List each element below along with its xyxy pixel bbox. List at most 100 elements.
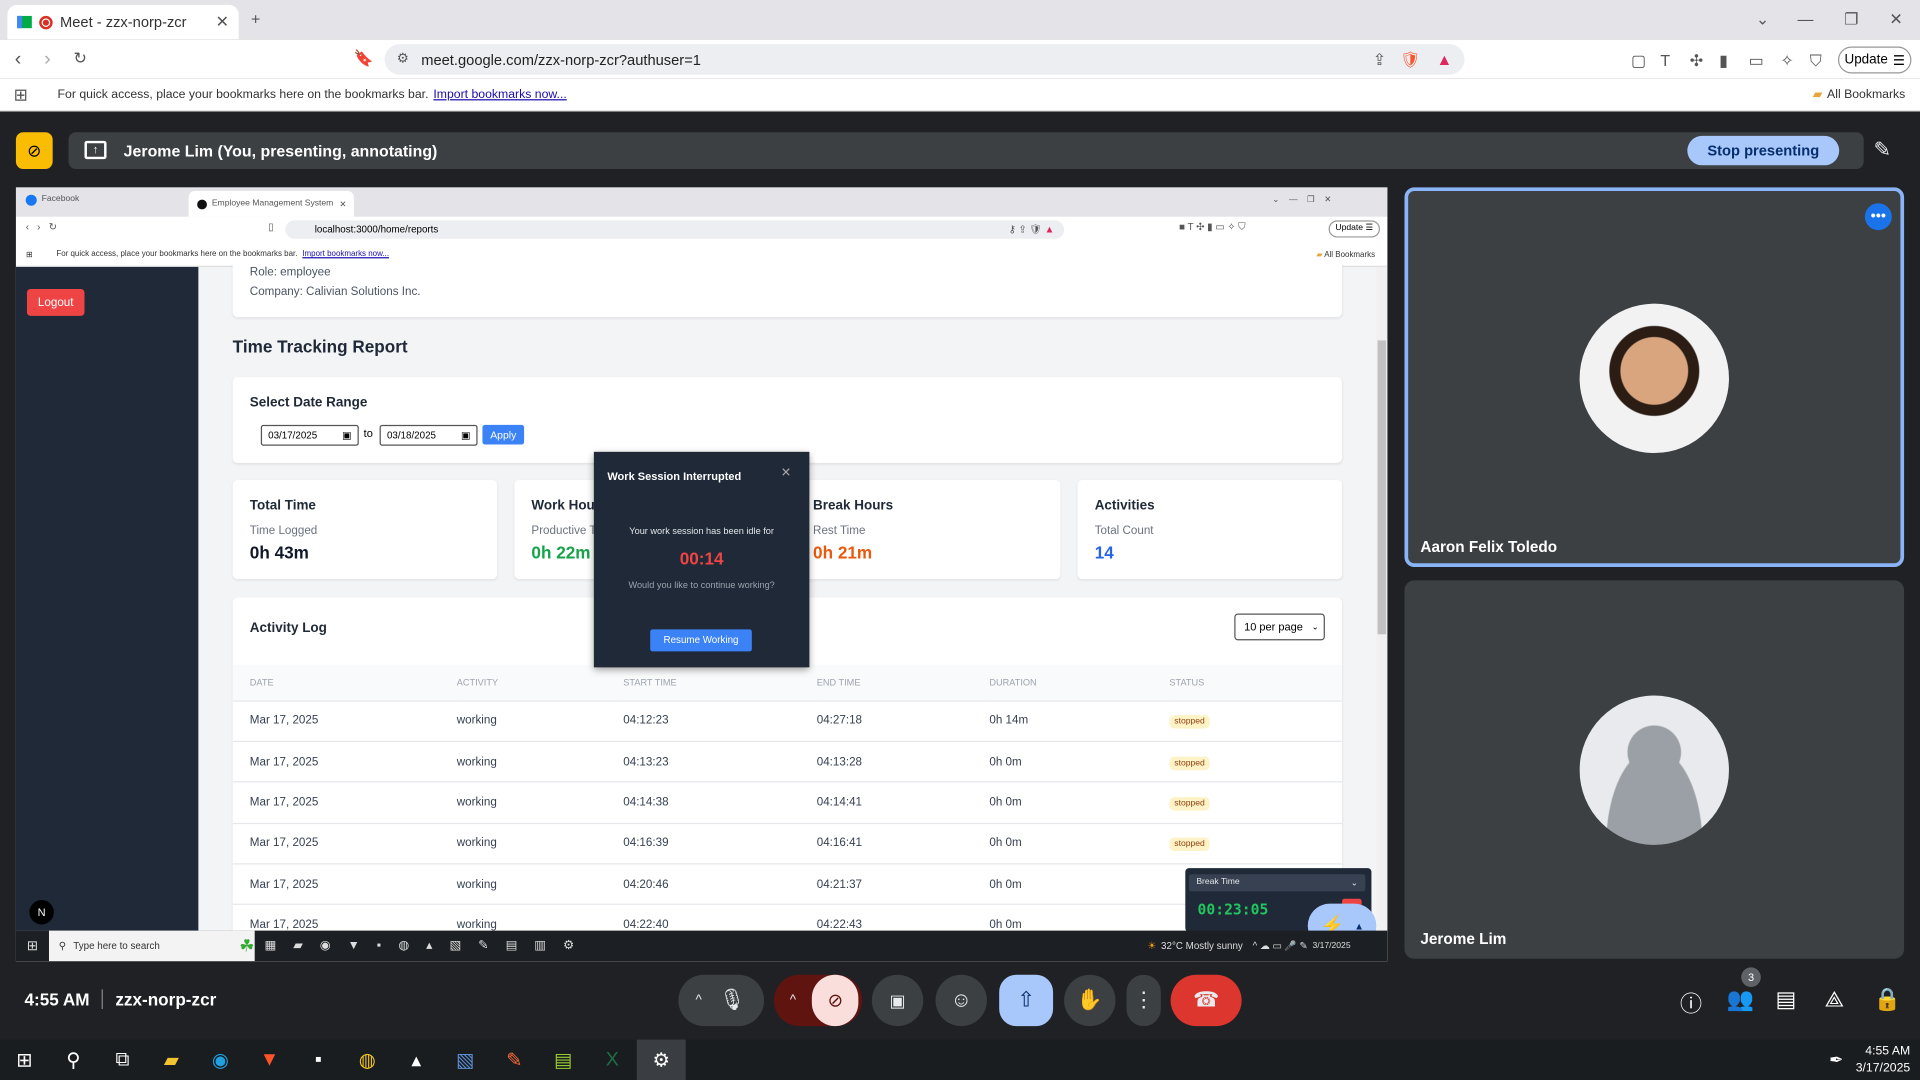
task-view-icon[interactable]: ⧉ — [98, 1040, 147, 1080]
close-window-icon[interactable]: ✕ — [1889, 10, 1902, 30]
apply-button[interactable]: Apply — [482, 424, 525, 445]
browser-tab-meet[interactable]: Meet - zzx-norp-zcr ✕ — [7, 4, 239, 40]
annotate-pen-icon[interactable]: ✎ — [1873, 138, 1890, 162]
logout-button[interactable]: Logout — [26, 288, 85, 316]
column-header[interactable]: END TIME — [816, 664, 990, 701]
import-bookmarks-link[interactable]: Import bookmarks now... — [302, 250, 389, 259]
all-bookmarks-button[interactable]: ▰ All Bookmarks — [1316, 249, 1375, 259]
column-header[interactable]: START TIME — [623, 664, 817, 701]
reload-icon[interactable]: ↻ — [73, 49, 86, 69]
taskbar-app-icons[interactable]: ▦▰◉▼▪◍▴▧✎▤▥⚙ — [264, 939, 591, 952]
chat-icon[interactable]: ▤ — [1776, 987, 1797, 1013]
tray-icons[interactable]: ^ ☁ ▭ 🎤 ✎ — [1253, 940, 1308, 951]
mode-select[interactable]: Break Time ⌄ — [1188, 874, 1366, 892]
app-icon[interactable]: ▴ — [392, 1040, 441, 1080]
close-modal-icon[interactable]: ✕ — [781, 467, 791, 480]
windows-start-icon[interactable]: ⊞ — [16, 938, 49, 954]
resume-working-button[interactable]: Resume Working — [650, 629, 752, 652]
per-page-select[interactable]: 10 per page ⌄ — [1234, 613, 1325, 641]
weather-widget[interactable]: ☀ 32°C Mostly sunny — [1147, 940, 1242, 951]
new-tab-icon[interactable]: + — [251, 10, 260, 28]
scrollbar-thumb[interactable] — [1377, 340, 1387, 635]
translate-icon[interactable]: T — [1660, 51, 1670, 69]
leave-call-button[interactable]: ☎ — [1170, 974, 1242, 1027]
url-bar[interactable]: ⚙ meet.google.com/zzx-norp-zcr?authuser=… — [384, 44, 1465, 75]
table-cell: 04:16:39 — [623, 822, 817, 864]
bookmark-icon[interactable]: ▯ — [268, 222, 273, 233]
inner-nav-icons[interactable]: ‹ › ↻ — [26, 222, 57, 233]
pen-tray-icon[interactable]: ✒ — [1829, 1049, 1843, 1070]
windows-start-icon[interactable]: ⊞ — [0, 1040, 49, 1080]
taskbar-search[interactable]: ⚲ Type here to search ☘ — [48, 930, 255, 962]
bookmark-icon[interactable]: 🔖 — [354, 49, 374, 69]
column-header[interactable]: STATUS — [1169, 664, 1343, 701]
more-options-icon[interactable]: ••• — [1864, 203, 1892, 231]
video-options-button[interactable]: ^ ⊘ — [773, 974, 863, 1027]
apps-icon[interactable]: ⊞ — [16, 249, 43, 259]
inner-update-button[interactable]: Update ☰ — [1328, 220, 1381, 238]
meeting-details-icon[interactable]: ⓘ — [1680, 987, 1702, 1019]
file-explorer-icon[interactable]: ▰ — [147, 1040, 196, 1080]
restore-icon[interactable]: ❐ — [1844, 10, 1858, 30]
app-icon[interactable]: ▪ — [294, 1040, 343, 1080]
column-header[interactable]: DATE — [232, 664, 457, 701]
sidebar-icon[interactable]: ▮ — [1719, 51, 1728, 71]
brave-icon[interactable]: ▼ — [245, 1040, 294, 1080]
inner-url-bar[interactable]: localhost:3000/home/reports ⚷ ⇪ 🛡 ▲ — [285, 220, 1065, 239]
reactions-button[interactable]: ☺ — [935, 974, 987, 1027]
extension-icon[interactable]: ▢ — [1631, 51, 1646, 71]
activities-icon[interactable]: ⟁ — [1824, 987, 1844, 1013]
inner-tab-facebook[interactable]: Facebook — [25, 194, 79, 206]
host-controls-icon[interactable]: 🔒 — [1873, 987, 1900, 1013]
app-icon[interactable]: ◍ — [343, 1040, 392, 1080]
close-tab-icon[interactable]: ✕ — [339, 199, 346, 209]
close-tab-icon[interactable]: ✕ — [216, 12, 229, 32]
nextjs-badge-icon[interactable]: N — [29, 900, 54, 925]
avatar-aaron — [1579, 303, 1729, 454]
back-icon[interactable]: ‹ — [15, 49, 22, 71]
scrollbar[interactable] — [1376, 266, 1388, 931]
captions-button[interactable]: ▣ — [871, 974, 924, 1027]
minimize-icon[interactable]: — — [1798, 10, 1814, 28]
app-icon[interactable]: ▤ — [539, 1040, 588, 1080]
people-icon[interactable]: 👥 — [1727, 987, 1754, 1013]
camera-off-icon[interactable]: ⊘ — [812, 974, 859, 1027]
column-header[interactable]: ACTIVITY — [456, 664, 624, 701]
all-bookmarks-button[interactable]: ▰ All Bookmarks — [1813, 88, 1906, 101]
raise-hand-button[interactable]: ✋ — [1064, 974, 1116, 1027]
stat-value: 0h 21m — [813, 542, 873, 563]
participant-tile-jerome[interactable]: Jerome Lim — [1404, 580, 1905, 959]
import-bookmarks-link[interactable]: Import bookmarks now... — [433, 88, 566, 101]
more-options-button[interactable]: ⋮ — [1126, 974, 1161, 1027]
present-button[interactable]: ⇧ — [999, 974, 1054, 1027]
edge-icon[interactable]: ◉ — [196, 1040, 245, 1080]
start-date-input[interactable]: 03/17/2025 ▣ — [260, 424, 359, 446]
inner-extension-icons[interactable]: ■ T ✣ ▮ ▭ ✧ ⛉ — [1179, 222, 1245, 234]
search-icon[interactable]: ⚲ — [49, 1040, 98, 1080]
column-header[interactable]: DURATION — [989, 664, 1170, 701]
excel-icon[interactable]: X — [588, 1040, 637, 1080]
wallet-icon[interactable]: ▭ — [1749, 51, 1764, 71]
forward-icon[interactable]: › — [44, 49, 51, 71]
participant-tile-aaron[interactable]: ••• Aaron Felix Toledo — [1404, 187, 1905, 567]
audio-options-button[interactable]: ^ 🎙 — [678, 974, 765, 1027]
annotation-toggle-icon[interactable]: ⊘ — [15, 132, 53, 169]
end-date-input[interactable]: 03/18/2025 ▣ — [379, 424, 478, 446]
share-icon[interactable]: ⇪ — [1373, 50, 1386, 70]
extensions-icon[interactable]: ✣ — [1690, 51, 1703, 71]
brave-shields-icon[interactable]: 🛡 — [1400, 50, 1420, 70]
stop-presenting-button[interactable]: Stop presenting — [1687, 135, 1840, 166]
update-button[interactable]: Update ☰ — [1837, 46, 1912, 74]
window-controls[interactable]: ⌄ — ❐ ✕ — [1272, 195, 1331, 205]
leo-icon[interactable]: ✧ — [1780, 51, 1793, 71]
vpn-icon[interactable]: ⛉ — [1810, 51, 1822, 71]
settings-icon[interactable]: ⚙ — [636, 1039, 686, 1080]
site-settings-icon[interactable]: ⚙ — [397, 50, 409, 66]
inner-tab-ems[interactable]: Employee Management System ✕ — [188, 191, 354, 217]
postman-icon[interactable]: ✎ — [490, 1040, 539, 1080]
system-clock[interactable]: 4:55 AM 3/17/2025 — [1856, 1043, 1910, 1077]
brave-rewards-icon[interactable]: ▲ — [1436, 50, 1452, 68]
tab-search-icon[interactable]: ⌄ — [1756, 10, 1769, 30]
apps-icon[interactable]: ⊞ — [0, 84, 42, 105]
app-icon[interactable]: ▧ — [441, 1040, 490, 1080]
